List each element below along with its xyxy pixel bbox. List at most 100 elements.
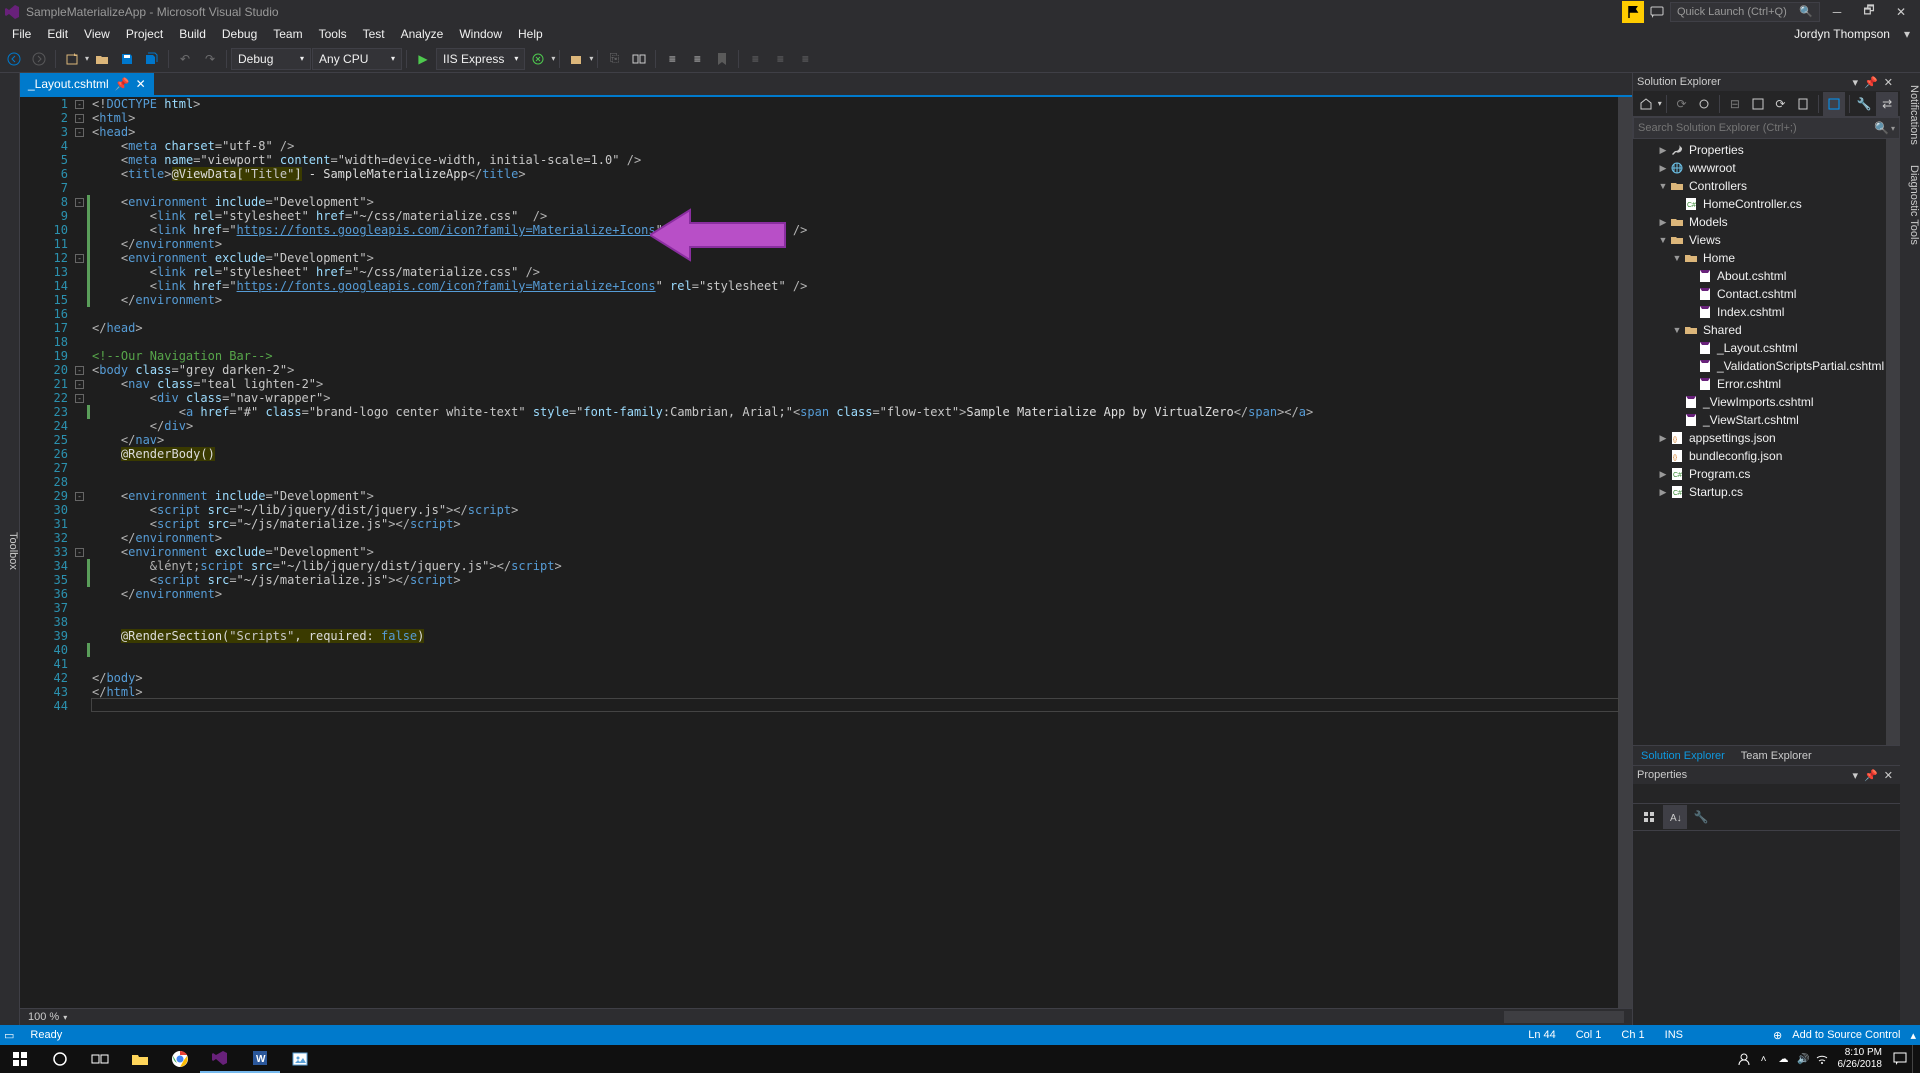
tree-item[interactable]: Index.cshtml: [1633, 303, 1900, 321]
user-dropdown-icon[interactable]: ▾: [1898, 27, 1916, 41]
photos-icon[interactable]: [280, 1045, 320, 1073]
close-button[interactable]: ✕: [1886, 1, 1916, 23]
tree-item[interactable]: About.cshtml: [1633, 267, 1900, 285]
menu-view[interactable]: View: [76, 23, 118, 45]
toolbox-tab[interactable]: Toolbox: [0, 73, 20, 1025]
prop-wrench-icon[interactable]: 🔧: [1689, 805, 1713, 829]
tree-item[interactable]: Contact.cshtml: [1633, 285, 1900, 303]
pin-icon[interactable]: 📌: [115, 77, 130, 91]
menu-debug[interactable]: Debug: [214, 23, 265, 45]
file-explorer-icon[interactable]: [120, 1045, 160, 1073]
feedback-icon[interactable]: [1646, 1, 1668, 23]
browser-link-icon[interactable]: [526, 47, 550, 71]
show-all-icon[interactable]: [1747, 92, 1769, 116]
extension-icon[interactable]: [564, 47, 588, 71]
status-source-control[interactable]: Add to Source Control: [1782, 1029, 1910, 1041]
save-icon[interactable]: [115, 47, 139, 71]
indent-icon[interactable]: ≡: [660, 47, 684, 71]
minimize-button[interactable]: ─: [1822, 1, 1852, 23]
tree-item[interactable]: ▼Home: [1633, 249, 1900, 267]
find-file-icon[interactable]: ⎘: [602, 47, 626, 71]
categorized-icon[interactable]: [1637, 805, 1661, 829]
wrench-icon[interactable]: 🔧: [1854, 92, 1876, 116]
solution-tree[interactable]: ▶Properties▶wwwroot▼ControllersC#HomeCon…: [1633, 139, 1900, 745]
chrome-icon[interactable]: [160, 1045, 200, 1073]
source-control-icon[interactable]: ⊕: [1773, 1029, 1782, 1042]
panel-pin-icon[interactable]: 📌: [1861, 76, 1881, 89]
new-project-icon[interactable]: [60, 47, 84, 71]
menu-team[interactable]: Team: [265, 23, 310, 45]
panel-close-icon[interactable]: ✕: [1881, 76, 1896, 89]
properties-icon[interactable]: [1792, 92, 1814, 116]
toggle-icon[interactable]: ⇄: [1876, 92, 1898, 116]
quick-launch-input[interactable]: Quick Launch (Ctrl+Q) 🔍: [1670, 2, 1820, 22]
tree-item[interactable]: ▶wwwroot: [1633, 159, 1900, 177]
tree-item[interactable]: _ValidationScriptsPartial.cshtml: [1633, 357, 1900, 375]
home-icon[interactable]: [1635, 92, 1657, 116]
task-view-icon[interactable]: [80, 1045, 120, 1073]
cortana-icon[interactable]: [40, 1045, 80, 1073]
tree-item[interactable]: ▶{}appsettings.json: [1633, 429, 1900, 447]
menu-edit[interactable]: Edit: [39, 23, 76, 45]
tree-item[interactable]: _ViewStart.cshtml: [1633, 411, 1900, 429]
run-icon[interactable]: ▶: [411, 47, 435, 71]
tree-item[interactable]: _ViewImports.cshtml: [1633, 393, 1900, 411]
clock[interactable]: 8:10 PM 6/26/2018: [1832, 1047, 1889, 1071]
output-icon[interactable]: ▭: [4, 1029, 20, 1042]
menu-project[interactable]: Project: [118, 23, 171, 45]
config-combo[interactable]: Debug▾: [231, 48, 311, 70]
solution-search-input[interactable]: [1638, 122, 1874, 134]
sync-icon[interactable]: [1693, 92, 1715, 116]
volume-icon[interactable]: 🔊: [1796, 1045, 1812, 1073]
maximize-button[interactable]: 🗗: [1854, 1, 1884, 23]
open-file-icon[interactable]: [90, 47, 114, 71]
panel-dropdown-icon[interactable]: ▾: [1850, 76, 1862, 89]
notifications-tab[interactable]: Notifications: [1900, 73, 1920, 153]
tray-up-icon[interactable]: ˄: [1756, 1045, 1772, 1073]
outdent-icon[interactable]: ≡: [685, 47, 709, 71]
onedrive-icon[interactable]: ☁: [1774, 1045, 1794, 1073]
redo-icon[interactable]: ↷: [198, 47, 222, 71]
action-center-icon[interactable]: [1890, 1045, 1910, 1073]
show-desktop[interactable]: [1912, 1045, 1916, 1073]
tree-item[interactable]: {}bundleconfig.json: [1633, 447, 1900, 465]
zoom-value[interactable]: 100 %: [28, 1011, 59, 1023]
tree-item[interactable]: ▶C#Startup.cs: [1633, 483, 1900, 501]
tree-item[interactable]: ▼Controllers: [1633, 177, 1900, 195]
menu-test[interactable]: Test: [355, 23, 393, 45]
people-icon[interactable]: [1734, 1045, 1754, 1073]
menu-analyze[interactable]: Analyze: [393, 23, 452, 45]
preview-icon[interactable]: [1823, 92, 1845, 116]
editor-scrollbar[interactable]: [1618, 97, 1632, 1008]
close-tab-icon[interactable]: ✕: [136, 77, 146, 91]
menu-window[interactable]: Window: [451, 23, 510, 45]
uncomment-icon[interactable]: ≡: [743, 47, 767, 71]
solution-search[interactable]: 🔍 ▾: [1633, 117, 1900, 139]
panel-dropdown-icon[interactable]: ▾: [1850, 769, 1862, 782]
start-button[interactable]: [0, 1045, 40, 1073]
panel-pin-icon[interactable]: 📌: [1861, 769, 1881, 782]
file-tab-active[interactable]: _Layout.cshtml 📌 ✕: [20, 73, 154, 95]
menu-tools[interactable]: Tools: [311, 23, 355, 45]
menu-help[interactable]: Help: [510, 23, 551, 45]
pending-changes-icon[interactable]: ⟳: [1671, 92, 1693, 116]
zoom-dropdown-icon[interactable]: ▾: [63, 1013, 67, 1022]
format-icon[interactable]: ≡: [768, 47, 792, 71]
menu-file[interactable]: File: [4, 23, 39, 45]
panel-close-icon[interactable]: ✕: [1881, 769, 1896, 782]
nav-forward-icon[interactable]: [27, 47, 51, 71]
visual-studio-taskbar-icon[interactable]: [200, 1045, 240, 1073]
tree-item[interactable]: C#HomeController.cs: [1633, 195, 1900, 213]
tab-solution-explorer[interactable]: Solution Explorer: [1633, 746, 1733, 765]
comment-icon[interactable]: [627, 47, 651, 71]
bookmark-icon[interactable]: [710, 47, 734, 71]
diagnostic-tools-tab[interactable]: Diagnostic Tools: [1900, 153, 1920, 253]
more-icon[interactable]: ≡: [793, 47, 817, 71]
user-name[interactable]: Jordyn Thompson: [1786, 27, 1898, 41]
alphabetical-icon[interactable]: A↓: [1663, 805, 1687, 829]
tree-item[interactable]: ▼Shared: [1633, 321, 1900, 339]
undo-icon[interactable]: ↶: [173, 47, 197, 71]
wifi-icon[interactable]: [1814, 1045, 1830, 1073]
tree-item[interactable]: ▼Views: [1633, 231, 1900, 249]
tree-scrollbar[interactable]: [1886, 139, 1900, 745]
